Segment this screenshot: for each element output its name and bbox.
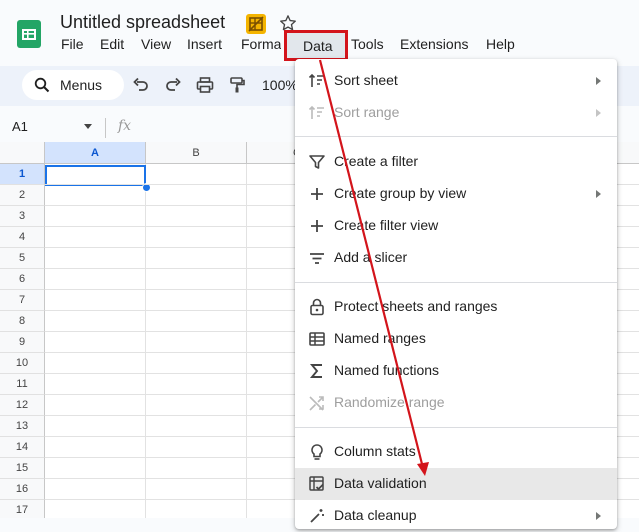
menu-separator [295, 282, 617, 283]
sigma-icon [309, 364, 322, 378]
plus-icon [311, 188, 323, 200]
plus-icon [311, 220, 323, 232]
menu-data-label: Data [303, 38, 333, 54]
menu-item-label: Create group by view [334, 185, 467, 201]
menu-item-label: Randomize range [334, 394, 445, 410]
menu-insert[interactable]: Insert [187, 36, 222, 52]
menu-item-create-filter-view[interactable]: Create filter view [295, 210, 617, 242]
menu-item-named-ranges[interactable]: Named ranges [295, 323, 617, 355]
menu-item-label: Named functions [334, 362, 440, 378]
row-header-6[interactable]: 6 [0, 269, 45, 290]
menu-item-label: Named ranges [334, 330, 426, 346]
menu-item-label: Create a filter [334, 153, 419, 169]
menu-item-label: Column stats [334, 443, 416, 459]
search-menus-button[interactable]: Menus [22, 70, 124, 100]
print-icon[interactable] [196, 76, 214, 94]
menu-extensions[interactable]: Extensions [400, 36, 468, 52]
fx-icon: fx [118, 118, 132, 134]
cell-reference: A1 [12, 119, 28, 134]
data-validation-icon [309, 476, 324, 491]
filter-icon [309, 155, 325, 169]
data-menu-dropdown: Sort sheet Sort range Create a filter Cr… [295, 59, 617, 529]
menu-format[interactable]: Format [241, 36, 281, 52]
row-header-8[interactable]: 8 [0, 311, 45, 332]
move-to-folder-icon[interactable] [246, 14, 266, 34]
row-header-10[interactable]: 10 [0, 353, 45, 374]
menu-item-data-cleanup[interactable]: Data cleanup [295, 500, 617, 532]
column-header-b[interactable]: B [146, 142, 247, 164]
menu-separator [295, 136, 617, 137]
menu-file[interactable]: File [61, 36, 84, 52]
slicer-icon [310, 253, 324, 264]
row-header-14[interactable]: 14 [0, 437, 45, 458]
menu-item-column-stats[interactable]: Column stats [295, 436, 617, 468]
lock-icon [310, 298, 324, 316]
sort-icon [308, 73, 324, 87]
menu-edit[interactable]: Edit [100, 36, 124, 52]
menu-item-label: Data cleanup [334, 507, 417, 523]
column-header-a[interactable]: A [45, 142, 146, 164]
menu-item-label: Create filter view [334, 217, 439, 233]
menu-data[interactable]: Data [284, 30, 348, 61]
row-header-16[interactable]: 16 [0, 479, 45, 500]
undo-icon[interactable] [132, 76, 150, 94]
submenu-arrow-icon [596, 77, 601, 85]
formula-divider [105, 118, 106, 138]
row-header-9[interactable]: 9 [0, 332, 45, 353]
row-header-1[interactable]: 1 [0, 164, 45, 185]
menu-item-label: Sort sheet [334, 72, 398, 88]
row-header-11[interactable]: 11 [0, 374, 45, 395]
submenu-arrow-icon [596, 109, 601, 117]
submenu-arrow-icon [596, 190, 601, 198]
menu-item-create-filter[interactable]: Create a filter [295, 146, 617, 178]
menu-item-sort-range: Sort range [295, 97, 617, 129]
row-header-4[interactable]: 4 [0, 227, 45, 248]
grid-line [145, 164, 146, 518]
row-header-2[interactable]: 2 [0, 185, 45, 206]
lightbulb-icon [311, 444, 323, 460]
menu-item-label: Protect sheets and ranges [334, 298, 498, 314]
paint-format-icon[interactable] [228, 76, 246, 94]
menu-item-sort-sheet[interactable]: Sort sheet [295, 65, 617, 97]
submenu-arrow-icon [596, 512, 601, 520]
select-all-corner[interactable] [0, 142, 45, 164]
menu-item-label: Sort range [334, 104, 400, 120]
menu-item-label: Data validation [334, 475, 427, 491]
menu-separator [295, 427, 617, 428]
menu-item-named-functions[interactable]: Named functions [295, 355, 617, 387]
menu-item-randomize-range: Randomize range [295, 387, 617, 419]
menu-view[interactable]: View [141, 36, 171, 52]
row-header-12[interactable]: 12 [0, 395, 45, 416]
name-box[interactable]: A1 [0, 116, 102, 138]
chevron-down-icon [84, 124, 92, 129]
menu-item-protect-sheets[interactable]: Protect sheets and ranges [295, 291, 617, 323]
menu-item-label: Add a slicer [334, 249, 408, 265]
table-icon [309, 332, 325, 346]
document-title[interactable]: Untitled spreadsheet [60, 12, 225, 33]
magic-wand-icon [310, 509, 324, 523]
menu-item-create-group-by-view[interactable]: Create group by view [295, 178, 617, 210]
sheets-logo-icon[interactable] [17, 20, 41, 48]
menu-help[interactable]: Help [486, 36, 515, 52]
shuffle-icon [309, 396, 324, 411]
row-header-3[interactable]: 3 [0, 206, 45, 227]
sort-icon [308, 105, 324, 119]
selected-cell-a1[interactable] [45, 165, 146, 186]
zoom-select[interactable]: 100% [262, 77, 298, 93]
redo-icon[interactable] [164, 76, 182, 94]
row-header-5[interactable]: 5 [0, 248, 45, 269]
row-header-7[interactable]: 7 [0, 290, 45, 311]
search-label: Menus [60, 77, 103, 93]
menu-item-data-validation[interactable]: Data validation [295, 468, 617, 500]
grid-line [246, 164, 247, 518]
row-header-15[interactable]: 15 [0, 458, 45, 479]
search-icon [34, 77, 50, 93]
menu-tools[interactable]: Tools [351, 36, 384, 52]
row-header-13[interactable]: 13 [0, 416, 45, 437]
menu-item-add-slicer[interactable]: Add a slicer [295, 242, 617, 274]
row-header-17[interactable]: 17 [0, 500, 45, 518]
